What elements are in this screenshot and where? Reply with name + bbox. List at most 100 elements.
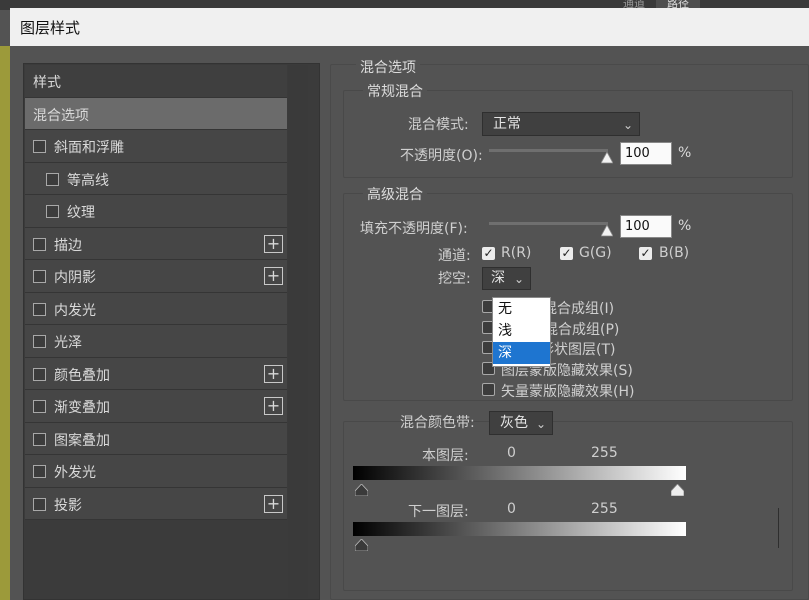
fill-opacity-label: 填充不透明度(F): [360, 221, 468, 237]
style-checkbox[interactable] [33, 270, 46, 283]
styles-list-panel: 样式 混合选项 斜面和浮雕 等高线 纹理 描边 + 内阴影 + 内发光 光泽 颜… [23, 63, 320, 600]
style-item-label: 渐变叠加 [54, 400, 110, 416]
style-item-stroke[interactable]: 描边 + [25, 227, 287, 260]
this-layer-min: 0 [507, 445, 516, 461]
opacity-slider-thumb[interactable] [601, 152, 613, 164]
style-checkbox[interactable] [33, 367, 46, 381]
opacity-input[interactable]: 100 [620, 142, 672, 165]
style-checkbox[interactable] [33, 237, 46, 251]
blend-if-dropdown[interactable]: 灰色 ⌄ [489, 411, 553, 435]
style-checkbox[interactable] [33, 497, 46, 511]
style-item-color-overlay[interactable]: 颜色叠加 + [25, 357, 287, 390]
style-checkbox[interactable] [33, 432, 46, 446]
divider [778, 508, 779, 548]
style-checkbox[interactable] [46, 172, 59, 186]
blend-if-value: 灰色 [500, 415, 528, 431]
fill-opacity-slider-track[interactable] [489, 222, 608, 225]
style-item-label: 内发光 [54, 302, 96, 319]
style-item-label: 投影 [54, 497, 82, 514]
style-item-label: 混合选项 [33, 107, 89, 124]
style-checkbox[interactable] [33, 302, 46, 316]
this-layer-white-slider[interactable] [671, 484, 684, 496]
blend-mode-label: 混合模式: [408, 117, 469, 133]
vector-mask-hides-label: 矢量蒙版隐藏效果(H) [501, 384, 635, 400]
style-checkbox[interactable] [33, 400, 46, 413]
knockout-option-deep[interactable]: 深 [493, 342, 550, 364]
style-item-label: 颜色叠加 [54, 367, 110, 384]
add-plus-icon[interactable]: + [264, 397, 283, 415]
styles-header[interactable]: 样式 [25, 65, 287, 98]
channel-r-label: R(R) [501, 245, 532, 261]
this-layer-label: 本图层: [422, 448, 469, 464]
channel-g-label: G(G) [579, 245, 612, 261]
style-item-texture[interactable]: 纹理 [25, 195, 287, 228]
style-item-pattern-overlay[interactable]: 图案叠加 [25, 422, 287, 455]
knockout-value: 深 [491, 270, 505, 286]
styles-list-scrollbar[interactable] [288, 65, 308, 598]
fill-opacity-unit: % [678, 218, 692, 234]
opacity-label: 不透明度(O): [400, 148, 483, 164]
blend-mode-dropdown[interactable]: 正常 ⌄ [482, 112, 640, 136]
add-plus-icon[interactable]: + [264, 364, 283, 383]
style-item-label: 光泽 [54, 335, 82, 351]
style-item-bevel-emboss[interactable]: 斜面和浮雕 [25, 130, 287, 163]
opacity-slider-track[interactable] [489, 149, 608, 152]
channel-b-checkbox[interactable]: ✓ [639, 247, 652, 260]
transparency-shapes-label: 形状图层(T) [540, 342, 616, 358]
styles-list: 样式 混合选项 斜面和浮雕 等高线 纹理 描边 + 内阴影 + 内发光 光泽 颜… [25, 65, 287, 520]
blending-options-title: 混合选项 [356, 57, 420, 77]
style-item-inner-glow[interactable]: 内发光 [25, 292, 287, 325]
dialog-titlebar: 图层样式 [10, 8, 809, 46]
underlying-layer-label: 下一图层: [408, 504, 469, 520]
style-item-outer-glow[interactable]: 外发光 [25, 455, 287, 488]
style-item-label: 图案叠加 [54, 432, 110, 449]
style-checkbox[interactable] [46, 205, 59, 218]
style-checkbox[interactable] [33, 335, 46, 348]
styles-header-label: 样式 [33, 75, 61, 91]
style-item-blending-options[interactable]: 混合选项 [25, 97, 287, 130]
style-item-drop-shadow[interactable]: 投影 + [25, 487, 287, 520]
layer-style-dialog: 图层样式 样式 混合选项 斜面和浮雕 等高线 纹理 描边 + 内阴影 + 内发光… [10, 8, 809, 600]
style-item-satin[interactable]: 光泽 [25, 325, 287, 358]
advanced-blending-title: 高级混合 [363, 184, 427, 204]
knockout-dropdown[interactable]: 深 ⌄ [482, 267, 531, 290]
chevron-down-icon: ⌄ [513, 272, 524, 286]
add-plus-icon[interactable]: + [264, 267, 283, 285]
fill-opacity-slider-thumb[interactable] [601, 225, 613, 237]
chevron-down-icon: ⌄ [535, 417, 546, 431]
opacity-unit: % [678, 145, 692, 161]
underlying-layer-min: 0 [507, 501, 516, 517]
knockout-dropdown-menu: 无 浅 深 [492, 297, 551, 367]
style-item-label: 纹理 [67, 205, 95, 221]
channel-r-checkbox[interactable]: ✓ [482, 247, 495, 260]
style-item-label: 等高线 [67, 172, 109, 189]
style-item-gradient-overlay[interactable]: 渐变叠加 + [25, 390, 287, 423]
blend-mode-value: 正常 [493, 116, 521, 132]
this-layer-gradient [353, 466, 686, 480]
underlying-layer-max: 255 [591, 501, 618, 517]
add-plus-icon[interactable]: + [264, 494, 283, 513]
style-item-label: 内阴影 [54, 270, 96, 286]
style-item-inner-shadow[interactable]: 内阴影 + [25, 260, 287, 293]
this-layer-max: 255 [591, 445, 618, 461]
option-checkbox[interactable] [482, 383, 495, 396]
knockout-option-none[interactable]: 无 [493, 298, 550, 320]
style-item-contour[interactable]: 等高线 [25, 162, 287, 195]
dialog-title: 图层样式 [20, 19, 81, 37]
style-checkbox[interactable] [33, 140, 46, 153]
channels-label: 通道: [438, 248, 471, 264]
knockout-option-shallow[interactable]: 浅 [493, 320, 550, 342]
style-item-label: 描边 [54, 237, 82, 254]
style-checkbox[interactable] [33, 465, 46, 478]
style-item-label: 斜面和浮雕 [54, 140, 124, 156]
fill-opacity-input[interactable]: 100 [620, 215, 672, 238]
add-plus-icon[interactable]: + [264, 234, 283, 253]
blend-if-label: 混合颜色带: [400, 415, 475, 431]
chevron-down-icon: ⌄ [622, 118, 633, 132]
knockout-label: 挖空: [438, 271, 471, 287]
style-item-label: 外发光 [54, 465, 96, 481]
this-layer-black-slider[interactable] [355, 484, 368, 496]
underlying-layer-black-slider[interactable] [355, 539, 368, 551]
channel-g-checkbox[interactable]: ✓ [560, 247, 573, 260]
channel-b-label: B(B) [659, 245, 690, 261]
